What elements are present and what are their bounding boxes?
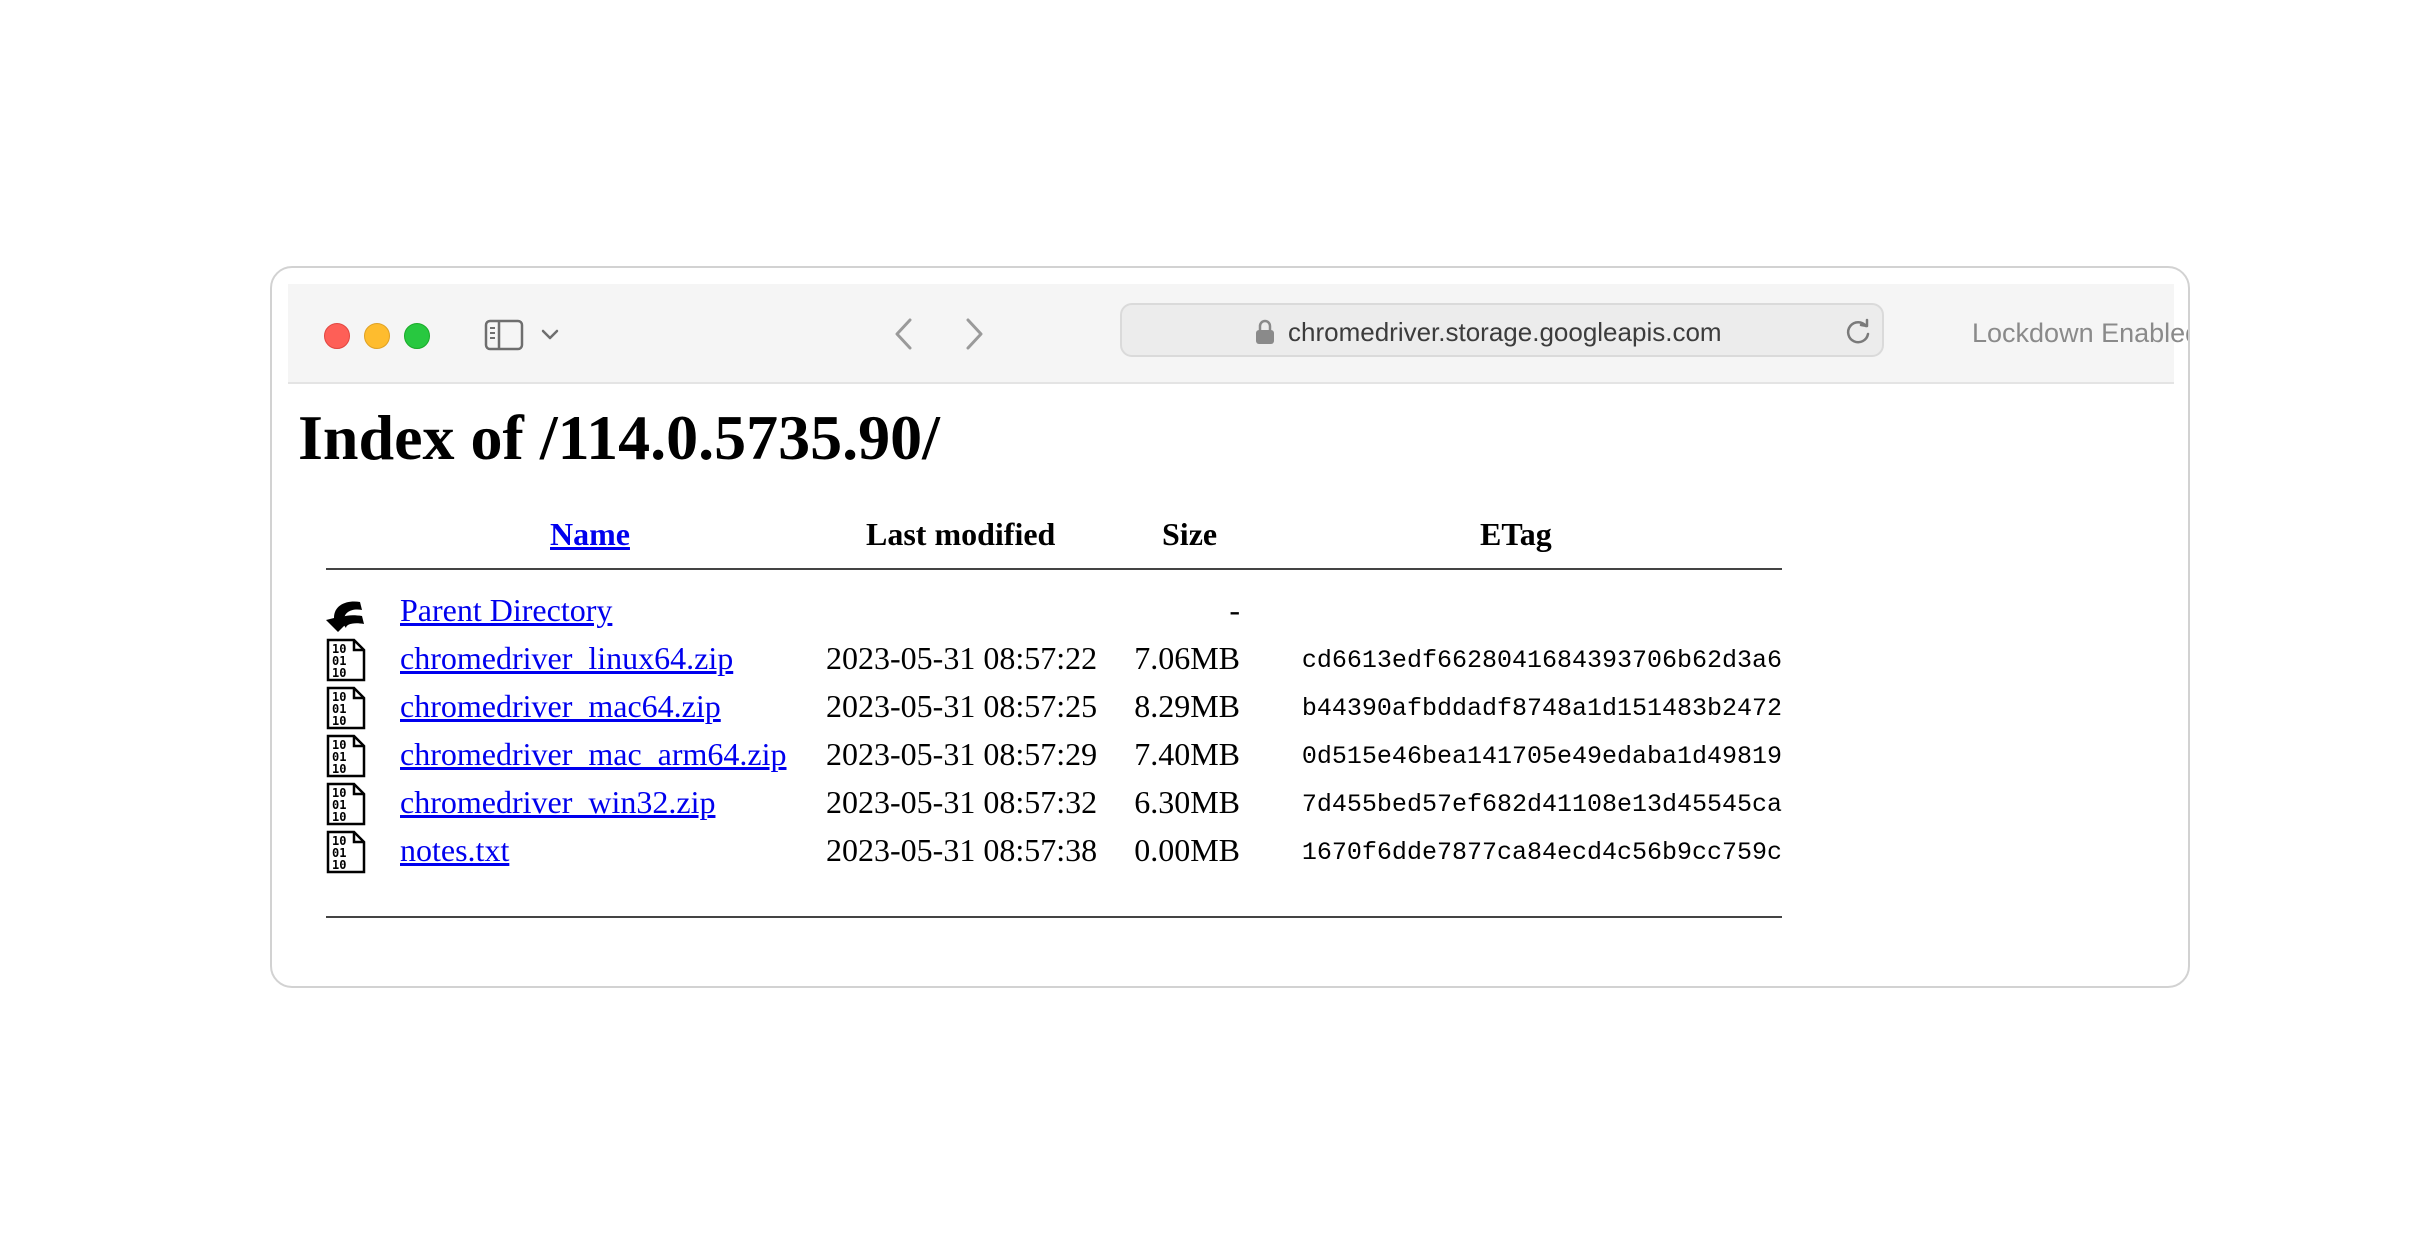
modified-cell: 2023-05-31 08:57:32 <box>826 784 1098 820</box>
svg-text:10: 10 <box>332 762 346 776</box>
minimize-window-button[interactable] <box>364 323 390 349</box>
page-content: Index of /114.0.5735.90/ Name Last modif… <box>288 384 2174 974</box>
binary-file-icon: 10 01 10 <box>326 686 366 730</box>
etag-cell: 1670f6dde7877ca84ecd4c56b9cc759c <box>1301 838 1782 867</box>
etag-cell: b44390afbddadf8748a1d151483b2472 <box>1301 694 1782 723</box>
etag-cell: 7d455bed57ef682d41108e13d45545ca <box>1301 790 1782 819</box>
table-row: 10 01 10 chromedriver_win32.zip 2023-05-… <box>326 778 1782 826</box>
header-divider <box>326 568 1782 570</box>
modified-cell: 2023-05-31 08:57:38 <box>826 832 1098 868</box>
size-cell: 0.00MB <box>1134 832 1240 868</box>
size-cell: 6.30MB <box>1134 784 1240 820</box>
zoom-window-button[interactable] <box>404 323 430 349</box>
back-arrow-icon <box>326 590 366 634</box>
address-bar[interactable]: chromedriver.storage.googleapis.com <box>1120 303 1884 357</box>
svg-text:10: 10 <box>332 858 346 872</box>
size-cell: - <box>1229 592 1240 628</box>
svg-text:10: 10 <box>332 714 346 728</box>
file-link[interactable]: notes.txt <box>400 832 509 869</box>
svg-text:10: 10 <box>332 810 346 824</box>
lock-icon <box>1254 319 1276 345</box>
table-row: 10 01 10 notes.txt 2023-05-31 08:57:38 0… <box>326 826 1782 874</box>
size-cell: 7.06MB <box>1134 640 1240 676</box>
size-cell: 8.29MB <box>1134 688 1240 724</box>
file-link[interactable]: chromedriver_win32.zip <box>400 784 715 821</box>
binary-file-icon: 10 01 10 <box>326 782 366 826</box>
back-icon[interactable] <box>882 312 926 356</box>
etag-column-header: ETag <box>1480 516 1552 552</box>
modified-cell: 2023-05-31 08:57:22 <box>826 640 1098 676</box>
lockdown-status: Lockdown Enabled <box>1972 318 2190 348</box>
url-text: chromedriver.storage.googleapis.com <box>1288 317 1722 347</box>
browser-window: chromedriver.storage.googleapis.com Lock… <box>270 266 2190 988</box>
table-row: Parent Directory - <box>326 586 1782 634</box>
svg-text:10: 10 <box>332 666 346 680</box>
size-cell: 7.40MB <box>1134 736 1240 772</box>
modified-column-header: Last modified <box>866 516 1056 552</box>
browser-toolbar: chromedriver.storage.googleapis.com Lock… <box>288 284 2188 384</box>
binary-file-icon: 10 01 10 <box>326 734 366 778</box>
reload-icon[interactable] <box>1842 316 1874 348</box>
table-row: 10 01 10 chromedriver_mac_arm64.zip 2023… <box>326 730 1782 778</box>
size-column-header: Size <box>1162 516 1218 552</box>
modified-cell: 2023-05-31 08:57:25 <box>826 688 1098 724</box>
close-window-button[interactable] <box>324 323 350 349</box>
sidebar-icon[interactable] <box>482 313 526 357</box>
file-link[interactable]: chromedriver_mac64.zip <box>400 688 721 725</box>
modified-cell: 2023-05-31 08:57:29 <box>826 736 1098 772</box>
binary-file-icon: 10 01 10 <box>326 638 366 682</box>
parent-directory-link[interactable]: Parent Directory <box>400 592 612 629</box>
file-link[interactable]: chromedriver_linux64.zip <box>400 640 733 677</box>
chevron-down-icon[interactable] <box>536 317 564 353</box>
etag-cell: 0d515e46bea141705e49edaba1d49819 <box>1301 742 1782 771</box>
file-link[interactable]: chromedriver_mac_arm64.zip <box>400 736 787 773</box>
etag-cell: cd6613edf6628041684393706b62d3a6 <box>1301 646 1782 675</box>
page-title: Index of /114.0.5735.90/ <box>298 402 940 473</box>
name-column-sort-link[interactable]: Name <box>550 516 630 552</box>
footer-divider <box>326 916 1782 918</box>
binary-file-icon: 10 01 10 <box>326 830 366 874</box>
forward-icon[interactable] <box>952 312 996 356</box>
table-row: 10 01 10 chromedriver_mac64.zip 2023-05-… <box>326 682 1782 730</box>
table-row: 10 01 10 chromedriver_linux64.zip 2023-0… <box>326 634 1782 682</box>
